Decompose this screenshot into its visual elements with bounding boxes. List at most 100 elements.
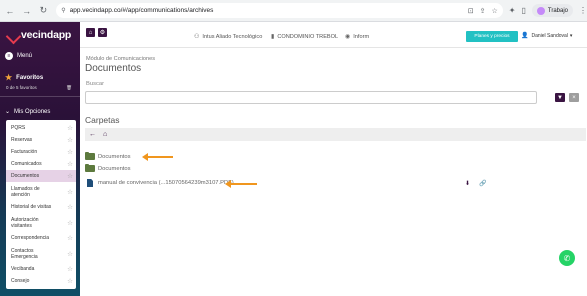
browser-toolbar: ← → ↻ ⚲ app.vecindapp.co/#/app/communica…: [0, 0, 587, 22]
star-outline-icon[interactable]: ☆: [67, 265, 73, 273]
sidebar-item-contactos[interactable]: Contactos Emergencia ☆: [6, 244, 76, 263]
app-logo[interactable]: vecindapp: [6, 28, 71, 41]
browser-menu-icon[interactable]: ⋮: [579, 6, 587, 15]
sidebar-item-label: Comunicados: [11, 161, 42, 167]
plans-button[interactable]: Planes y precios: [466, 31, 518, 42]
caret-down-icon: ▾: [569, 32, 573, 39]
folder-row[interactable]: Documentos: [85, 164, 131, 172]
folder-row[interactable]: Documentos: [85, 152, 131, 160]
folder-icon: [85, 164, 95, 172]
star-outline-icon[interactable]: ☆: [67, 277, 73, 285]
sidebar-item-correspondencia[interactable]: Correspondencia ☆: [6, 232, 76, 244]
star-outline-icon[interactable]: ☆: [67, 172, 73, 180]
folder-name[interactable]: Documentos: [98, 154, 131, 160]
role-info: ◉ Inform: [345, 33, 370, 41]
role-name: Inform: [353, 33, 370, 40]
sidebar-item-label: Vecibanda: [11, 266, 35, 272]
favorites-header[interactable]: ★ Favoritos: [5, 73, 43, 82]
logo-text: vecindapp: [21, 28, 72, 41]
address-bar[interactable]: ⚲ app.vecindapp.co/#/app/communications/…: [56, 3, 503, 18]
url-text[interactable]: app.vecindapp.co/#/app/communications/ar…: [70, 7, 462, 14]
star-outline-icon[interactable]: ☆: [67, 234, 73, 242]
bookmark-star-icon[interactable]: ☆: [491, 7, 497, 15]
profile-label: Trabajo: [547, 7, 568, 14]
sidebar-item-label: Consejo: [11, 278, 30, 284]
favorites-count: 0 de 5 favoritos: [6, 85, 37, 90]
back-icon[interactable]: ←: [3, 4, 17, 18]
search-input[interactable]: [85, 91, 537, 104]
extensions-icon[interactable]: ✦: [509, 6, 516, 15]
sidebar-item-label: Llamados de atención: [11, 185, 40, 198]
star-outline-icon[interactable]: ☆: [67, 148, 73, 156]
sidebar-item-pqrs[interactable]: PQRS ☆: [6, 122, 76, 134]
search-label: Buscar: [86, 81, 105, 87]
home-button[interactable]: ⌂: [86, 28, 95, 37]
sidebar-item-autorizacion[interactable]: Autorización visitantes ☆: [6, 213, 76, 232]
sidebar-item-facturacion[interactable]: Facturación ☆: [6, 146, 76, 158]
folder-name[interactable]: Documentos: [98, 166, 131, 172]
whatsapp-button[interactable]: ✆: [559, 250, 575, 266]
reload-icon[interactable]: ↻: [36, 4, 50, 18]
star-outline-icon[interactable]: ☆: [67, 136, 73, 144]
back-arrow-icon[interactable]: ←: [89, 131, 96, 138]
menu-icon: ≡: [5, 52, 13, 60]
file-row[interactable]: manual de convivencia (...15070564239m31…: [85, 179, 234, 187]
sidebar-item-llamados[interactable]: Llamados de atención ☆: [6, 182, 76, 201]
star-outline-icon[interactable]: ☆: [67, 250, 73, 258]
sidebar-item-label: Reservas: [11, 137, 33, 143]
trash-icon[interactable]: 🗑: [66, 85, 72, 91]
user-menu[interactable]: 👤 Daniel Sandoval ▾: [521, 32, 573, 40]
page-title: Documentos: [85, 63, 142, 74]
sidebar-divider: [0, 96, 80, 97]
sidebar-item-vecibanda[interactable]: Vecibanda ☆: [6, 263, 76, 275]
home-icon: ⌂: [88, 29, 93, 36]
sidebar-item-consejo[interactable]: Consejo ☆: [6, 275, 76, 287]
settings-button[interactable]: ⚙: [98, 28, 107, 37]
user-circle-icon: ◉: [345, 34, 351, 40]
sidebar-item-label: Contactos Emergencia: [11, 247, 38, 260]
sidebar-item-documentos[interactable]: Documentos ☆: [6, 170, 76, 182]
annotation-arrow: [225, 180, 257, 188]
sidebar-item-label: Historial de visitas: [11, 204, 52, 210]
sidebar-item-label: PQRS: [11, 125, 26, 131]
home-icon[interactable]: ⌂: [103, 131, 107, 138]
menu-label: Menú: [17, 53, 33, 59]
share-icon[interactable]: ⇪: [480, 7, 486, 15]
sidepanel-icon[interactable]: ▯: [521, 6, 525, 15]
file-name[interactable]: manual de convivencia (...15070564239m31…: [98, 180, 234, 186]
company-name: Intus Aliado Tecnológico: [202, 33, 263, 40]
menu-toggle[interactable]: ≡ Menú: [5, 52, 32, 60]
site-info-icon[interactable]: ⚲: [61, 7, 65, 14]
favorites-star-icon: ★: [5, 73, 13, 82]
my-options-header[interactable]: ⌄ Mis Opciones: [5, 108, 50, 116]
user-icon: 👤: [521, 33, 529, 39]
logo-mark-icon: [6, 28, 19, 41]
star-outline-icon[interactable]: ☆: [67, 203, 73, 211]
sidebar-item-label: Correspondencia: [11, 235, 50, 241]
install-icon[interactable]: ⊡: [468, 7, 474, 15]
favorites-label: Favoritos: [16, 74, 44, 81]
star-outline-icon[interactable]: ☆: [67, 219, 73, 227]
chevron-down-icon: ⌄: [5, 109, 11, 115]
annotation-arrow: [142, 153, 173, 161]
star-outline-icon[interactable]: ☆: [67, 188, 73, 196]
profile-chip[interactable]: Trabajo: [531, 4, 573, 17]
options-list: PQRS ☆ Reservas ☆ Facturación ☆ Comunicados…: [6, 120, 76, 289]
filter-icon: ▼: [557, 94, 563, 101]
clear-button[interactable]: ×: [569, 93, 579, 102]
whatsapp-icon: ✆: [563, 253, 571, 263]
star-outline-icon[interactable]: ☆: [67, 124, 73, 132]
link-icon[interactable]: 🔗: [479, 180, 486, 187]
download-icon[interactable]: ⬇: [465, 180, 470, 187]
sidebar-item-comunicados[interactable]: Comunicados ☆: [6, 158, 76, 170]
condo-info: ▮ CONDOMINIO TREBOL: [271, 33, 338, 41]
handshake-icon: ⚇: [194, 34, 200, 40]
close-icon: ×: [572, 94, 576, 101]
sidebar-item-reservas[interactable]: Reservas ☆: [6, 134, 76, 146]
filter-button[interactable]: ▼: [555, 93, 565, 102]
sidebar-item-historial[interactable]: Historial de visitas ☆: [6, 201, 76, 213]
favorites-summary: 0 de 5 favoritos 🗑: [6, 85, 72, 91]
star-outline-icon[interactable]: ☆: [67, 160, 73, 168]
forward-icon[interactable]: →: [20, 4, 34, 18]
breadcrumb: Módulo de Comunicaciones: [86, 56, 156, 62]
